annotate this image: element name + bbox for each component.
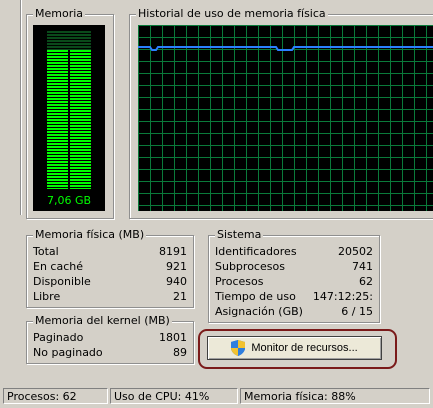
memory-gauge-title: Memoria	[33, 7, 86, 21]
stat-value: 8191	[159, 245, 187, 258]
stat-label: Procesos	[215, 275, 264, 288]
memory-usage-line	[138, 46, 433, 51]
system-group: Sistema Identificadores 20502 Subproceso…	[208, 228, 380, 323]
memory-gauge: 7,06 GB	[33, 25, 105, 211]
stat-value: 921	[166, 260, 187, 273]
stat-label: Paginado	[33, 331, 84, 344]
stat-row: No paginado 89	[27, 345, 193, 360]
stat-value: 6 / 15	[341, 305, 373, 318]
left-frame-edge	[0, 0, 21, 215]
stat-label: Asignación (GB)	[215, 305, 303, 318]
stat-value: 20502	[338, 245, 373, 258]
stat-label: Identificadores	[215, 245, 297, 258]
stat-row: Tiempo de uso 147:12:25:	[209, 289, 379, 304]
stat-row: En caché 921	[27, 259, 193, 274]
system-title: Sistema	[215, 228, 264, 242]
stat-row: Libre 21	[27, 289, 193, 304]
kernel-memory-group: Memoria del kernel (MB) Paginado 1801 No…	[26, 314, 194, 364]
status-bar: Procesos: 62 Uso de CPU: 41% Memoria fís…	[0, 386, 433, 408]
stat-row: Procesos 62	[209, 274, 379, 289]
stat-row: Identificadores 20502	[209, 244, 379, 259]
resource-monitor-button[interactable]: Monitor de recursos...	[207, 336, 382, 360]
resource-monitor-button-label: Monitor de recursos...	[251, 342, 358, 354]
stat-value: 940	[166, 275, 187, 288]
stat-row: Subprocesos 741	[209, 259, 379, 274]
stat-value: 89	[173, 346, 187, 359]
status-processes: Procesos: 62	[3, 388, 108, 404]
stat-row: Total 8191	[27, 244, 193, 259]
memory-gauge-value: 7,06 GB	[46, 194, 92, 207]
stat-label: Disponible	[33, 275, 91, 288]
physical-memory-group: Memoria física (MB) Total 8191 En caché …	[26, 228, 194, 308]
status-memory: Memoria física: 88%	[240, 388, 430, 404]
stat-value: 147:12:25:	[312, 290, 373, 303]
stat-value: 21	[173, 290, 187, 303]
stat-value: 62	[359, 275, 373, 288]
memory-history-graph	[138, 25, 433, 211]
stat-row: Asignación (GB) 6 / 15	[209, 304, 379, 319]
stat-value: 1801	[159, 331, 187, 344]
stat-label: No paginado	[33, 346, 103, 359]
stat-row: Paginado 1801	[27, 330, 193, 345]
stat-label: Total	[33, 245, 59, 258]
stat-label: Subprocesos	[215, 260, 285, 273]
stat-row: Disponible 940	[27, 274, 193, 289]
uac-shield-icon	[231, 340, 246, 356]
memory-history-group: Historial de uso de memoria física	[129, 7, 433, 219]
physical-memory-title: Memoria física (MB)	[33, 228, 147, 242]
memory-history-line-chart	[138, 46, 433, 51]
memory-history-title: Historial de uso de memoria física	[136, 7, 328, 21]
kernel-memory-title: Memoria del kernel (MB)	[33, 314, 172, 328]
memory-gauge-group: Memoria 7,06 GB	[26, 7, 114, 219]
status-cpu: Uso de CPU: 41%	[110, 388, 238, 404]
stat-label: Libre	[33, 290, 61, 303]
stat-label: En caché	[33, 260, 83, 273]
memory-gauge-fill	[47, 50, 91, 189]
stat-label: Tiempo de uso	[215, 290, 296, 303]
stat-value: 741	[352, 260, 373, 273]
